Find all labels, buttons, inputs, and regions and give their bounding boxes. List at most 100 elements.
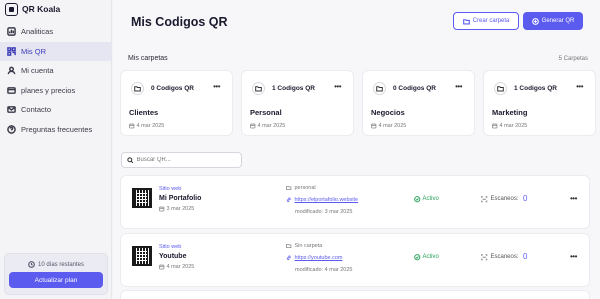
qr-row[interactable]: Sitio web Youtube 4 mar 2025 Sin carpeta… (120, 233, 590, 287)
qr-modified: modificado: 4 mar 2025 (295, 267, 353, 273)
more-options-icon[interactable]: ••• (455, 82, 462, 91)
scans-count: 0 (523, 194, 528, 203)
qr-date-text: 3 mar 2025 (166, 206, 195, 212)
folder-date: 4 mar 2025 (371, 123, 406, 129)
trial-box: 10 días restantes Actualizar plan (4, 253, 108, 295)
folder-name: Personal (250, 108, 282, 117)
calendar-icon (250, 123, 256, 129)
folder-card-clientes[interactable]: 0 Codigos QR ••• Clientes 4 mar 2025 (120, 70, 233, 136)
qr-folder-text: Sin carpeta (294, 243, 323, 249)
qr-type: Sitio web (159, 186, 182, 192)
folder-date-text: 4 mar 2025 (378, 123, 407, 129)
folder-date-text: 4 mar 2025 (499, 123, 528, 129)
folders-row: 0 Codigos QR ••• Clientes 4 mar 2025 1 C… (120, 70, 596, 136)
scans-label-text: Escaneos: (490, 254, 519, 261)
sidebar-item-mis-qr[interactable]: Mis QR (0, 41, 111, 61)
upgrade-plan-button[interactable]: Actualizar plan (9, 272, 103, 288)
brand-name: QR Koala (22, 4, 61, 14)
brand[interactable]: QR Koala (0, 0, 111, 18)
folder-card-negocios[interactable]: 0 Codigos QR ••• Negocios 4 mar 2025 (362, 70, 475, 136)
calendar-icon (492, 123, 498, 129)
sidebar-item-label: Mi cuenta (21, 66, 54, 76)
folders-section-label: Mis carpetas (128, 55, 168, 62)
more-options-icon[interactable]: ••• (334, 82, 341, 91)
sidebar: QR Koala Analiticas Mis QR Mi cuenta pla… (0, 0, 112, 299)
more-options-icon[interactable]: ••• (213, 82, 220, 91)
calendar-icon (371, 123, 377, 129)
folder-icon (494, 82, 507, 95)
qr-row[interactable]: Sitio web Mi Portafolio 3 mar 2025 perso… (120, 175, 590, 229)
scans-label-text: Escaneos: (490, 196, 519, 203)
sidebar-nav: Analiticas Mis QR Mi cuenta planes y pre… (0, 22, 111, 139)
qr-url-text: https://youtube.com (294, 255, 343, 261)
search-icon (127, 157, 134, 163)
sidebar-item-analiticas[interactable]: Analiticas (0, 22, 111, 42)
folder-qr-count: 1 Codigos QR (272, 85, 315, 92)
status-badge: Activo (414, 196, 439, 203)
link-icon (286, 255, 291, 261)
generate-qr-label: Generar QR (541, 18, 575, 24)
sidebar-item-contacto[interactable]: Contacto (0, 100, 111, 120)
folder-name: Clientes (129, 108, 159, 117)
folder-name: Negocios (371, 108, 405, 117)
sidebar-item-mi-cuenta[interactable]: Mi cuenta (0, 61, 111, 81)
create-folder-button[interactable]: Crear carpeta (453, 12, 519, 30)
more-options-icon[interactable]: ••• (570, 252, 577, 261)
calendar-icon (129, 123, 135, 129)
trial-text: 10 días restantes (37, 261, 85, 268)
scan-icon (481, 254, 488, 261)
qr-icon (7, 46, 16, 56)
mail-icon (7, 105, 16, 114)
generate-qr-button[interactable]: Generar QR (523, 12, 583, 30)
sidebar-item-preguntas[interactable]: Preguntas frecuentes (0, 120, 111, 140)
sidebar-item-label: planes y precios (21, 85, 76, 95)
qr-url-link[interactable]: https://elportafolio.website (286, 197, 358, 203)
folder-date-text: 4 mar 2025 (136, 123, 165, 129)
card-icon (7, 86, 16, 95)
search-input[interactable] (136, 157, 237, 163)
folder-card-marketing[interactable]: 1 Codigos QR ••• Marketing 4 mar 2025 (483, 70, 596, 136)
folder-icon (286, 244, 292, 249)
folder-name: Marketing (492, 108, 528, 117)
qr-url-link[interactable]: https://youtube.com (286, 255, 343, 261)
sidebar-item-planes[interactable]: planes y precios (0, 81, 111, 101)
calendar-icon (159, 206, 165, 212)
more-options-icon[interactable]: ••• (570, 194, 577, 203)
check-circle-icon (414, 196, 421, 203)
qr-folder: Sin carpeta (286, 243, 322, 249)
scans-label: Escaneos: (481, 196, 519, 203)
folder-qr-count: 1 Codigos QR (514, 85, 557, 92)
more-options-icon[interactable]: ••• (576, 82, 583, 91)
folder-date: 4 mar 2025 (129, 123, 164, 129)
qr-folder-text: personal (294, 185, 316, 191)
folders-count: 5 Carpetas (558, 56, 588, 62)
qr-row-partial[interactable] (120, 290, 590, 299)
qr-date: 4 mar 2025 (159, 264, 194, 270)
link-icon (286, 197, 291, 203)
clock-icon (28, 261, 35, 268)
status-badge: Activo (414, 254, 439, 261)
folder-icon (286, 186, 292, 191)
page-title: Mis Codigos QR (131, 15, 228, 29)
folder-icon (252, 82, 265, 95)
scans-label: Escaneos: (481, 254, 519, 261)
sidebar-item-label: Preguntas frecuentes (21, 124, 93, 134)
user-icon (7, 66, 16, 75)
folder-qr-count: 0 Codigos QR (151, 85, 194, 92)
plus-circle-icon (531, 17, 539, 25)
qr-code-image (132, 246, 152, 266)
folder-date-text: 4 mar 2025 (257, 123, 286, 129)
qr-name: Mi Portafolio (159, 195, 202, 202)
folder-icon (373, 82, 386, 95)
folder-card-personal[interactable]: 1 Codigos QR ••• Personal 4 mar 2025 (241, 70, 354, 136)
folder-plus-icon (462, 18, 470, 25)
chart-icon (7, 27, 16, 37)
main-content: Mis Codigos QR Crear carpeta Generar QR … (113, 0, 600, 299)
status-text: Activo (422, 254, 439, 261)
sidebar-item-label: Mis QR (21, 46, 46, 56)
check-circle-icon (414, 254, 421, 261)
sidebar-item-label: Analiticas (21, 27, 54, 37)
folder-date: 4 mar 2025 (250, 123, 285, 129)
qr-modified: modificado: 3 mar 2025 (295, 209, 353, 215)
scan-icon (481, 196, 488, 203)
